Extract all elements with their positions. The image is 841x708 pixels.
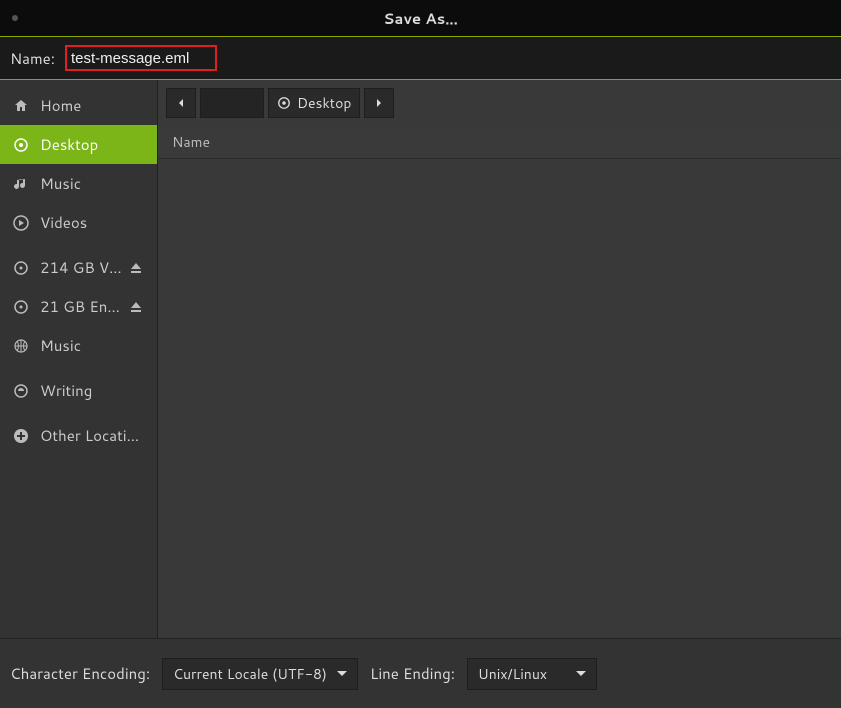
filename-field-extension[interactable] (217, 46, 831, 70)
eject-icon[interactable] (127, 298, 145, 316)
encoding-dropdown[interactable]: Current Locale (UTF-8) (162, 658, 358, 690)
path-segment-empty[interactable] (200, 88, 264, 118)
sidebar-item-label: Home (40, 95, 145, 116)
folder-remote-icon (12, 382, 30, 400)
filename-input[interactable] (71, 50, 211, 67)
sidebar-item-other-locations[interactable]: Other Locations (0, 416, 157, 455)
file-browser-main: Desktop Name (158, 80, 841, 638)
music-icon (12, 175, 30, 193)
filename-row: Name: (0, 36, 841, 80)
lineending-label: Line Ending: (370, 663, 455, 684)
lineending-value: Unix/Linux (478, 664, 566, 684)
sidebar-item-videos[interactable]: Videos (0, 203, 157, 242)
sidebar-item-volume-21gb[interactable]: 21 GB En… (0, 287, 157, 326)
chevron-down-icon (337, 671, 347, 676)
sidebar-item-writing[interactable]: Writing (0, 371, 157, 410)
drive-icon (12, 259, 30, 277)
sidebar-item-network-music[interactable]: Music (0, 326, 157, 365)
sidebar-item-label: Writing (40, 380, 145, 401)
sidebar-item-label: 214 GB V… (40, 257, 127, 278)
chevron-down-icon (576, 671, 586, 676)
pathbar: Desktop (158, 80, 841, 126)
desktop-icon (277, 96, 291, 110)
plus-icon (12, 427, 30, 445)
sidebar-item-label: Music (40, 173, 145, 194)
sidebar-item-label: Music (40, 335, 145, 356)
path-back-button[interactable] (166, 88, 196, 118)
encoding-value: Current Locale (UTF-8) (173, 664, 327, 684)
sidebar-item-label: Desktop (40, 134, 145, 155)
chevron-right-icon (374, 98, 384, 108)
sidebar-item-label: Videos (40, 212, 145, 233)
filename-input-highlight (65, 45, 217, 71)
path-forward-button[interactable] (364, 88, 394, 118)
home-icon (12, 97, 30, 115)
footer-bar: Character Encoding: Current Locale (UTF-… (0, 638, 841, 708)
sidebar-item-volume-214gb[interactable]: 214 GB V… (0, 248, 157, 287)
sidebar-item-music[interactable]: Music (0, 164, 157, 203)
chevron-left-icon (176, 98, 186, 108)
lineending-dropdown[interactable]: Unix/Linux (467, 658, 597, 690)
sidebar-item-home[interactable]: Home (0, 86, 157, 125)
path-segment-desktop[interactable]: Desktop (268, 88, 360, 118)
desktop-icon (12, 136, 30, 154)
sidebar-item-desktop[interactable]: Desktop (0, 125, 157, 164)
file-list-area[interactable] (158, 159, 841, 638)
network-icon (12, 337, 30, 355)
titlebar: Save As... (0, 0, 841, 36)
encoding-label: Character Encoding: (10, 663, 150, 684)
places-sidebar: Home Desktop Music Videos 214 GB V (0, 80, 158, 638)
video-icon (12, 214, 30, 232)
window-title: Save As... (0, 8, 841, 29)
filename-label: Name: (10, 48, 55, 69)
sidebar-item-label: 21 GB En… (40, 296, 127, 317)
drive-icon (12, 298, 30, 316)
eject-icon[interactable] (127, 259, 145, 277)
path-segment-label: Desktop (297, 93, 351, 113)
file-list-header-name[interactable]: Name (158, 126, 841, 159)
sidebar-item-label: Other Locations (40, 425, 145, 446)
